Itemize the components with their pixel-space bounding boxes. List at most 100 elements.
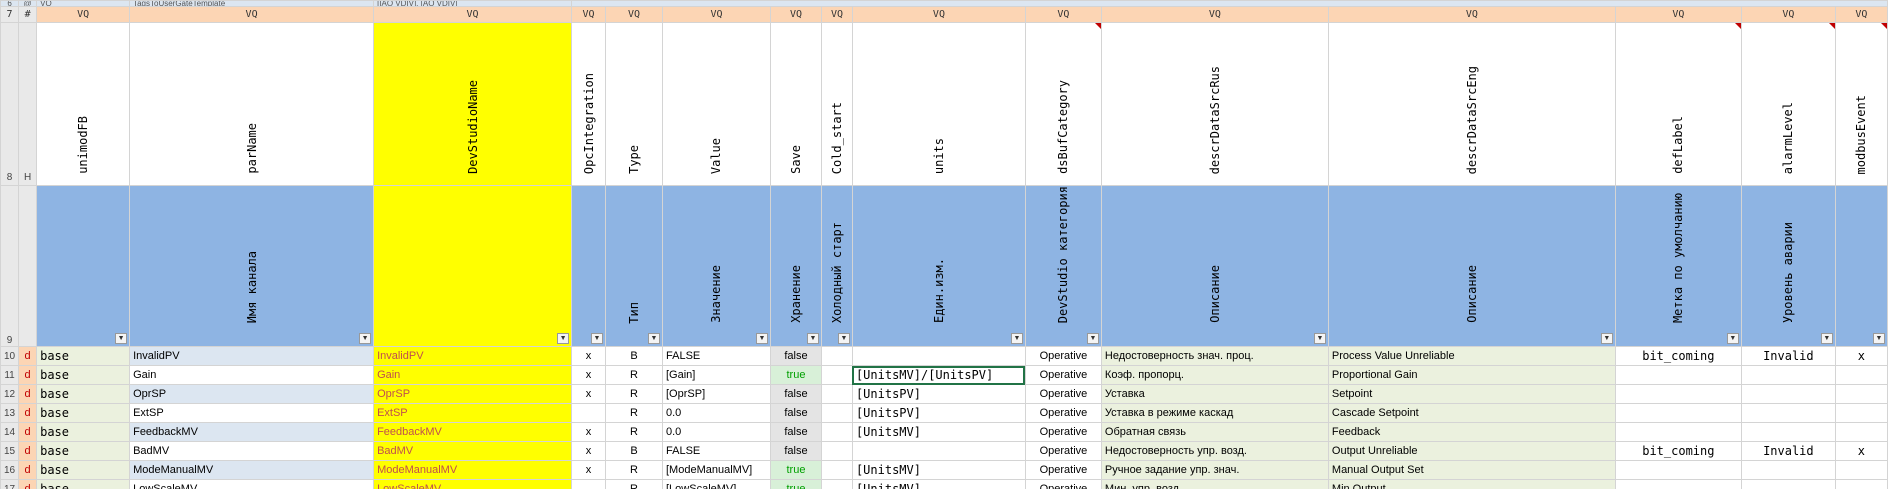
row-header[interactable]: 10 bbox=[0, 346, 20, 367]
tag-cell-1[interactable]: VQ bbox=[129, 6, 375, 23]
cell-units[interactable]: [UnitsMV]/[UnitsPV] bbox=[851, 365, 1026, 386]
filter-dropdown-icon[interactable]: ▼ bbox=[1600, 333, 1613, 345]
cell-descr-rus[interactable]: Обратная связь bbox=[1100, 422, 1329, 443]
cell-descr-eng[interactable]: Process Value Unreliable bbox=[1327, 346, 1616, 367]
cell-save[interactable]: true bbox=[769, 479, 822, 489]
cell-devstudioname[interactable]: ExtSP bbox=[373, 403, 573, 424]
cell-units[interactable]: [UnitsPV] bbox=[851, 384, 1026, 405]
cell-modbusevent[interactable]: x bbox=[1834, 441, 1888, 462]
cell-deflabel[interactable] bbox=[1614, 384, 1742, 405]
label-cell-4[interactable]: Тип ▼ bbox=[605, 184, 663, 348]
header-cell-13[interactable]: alarmLevel bbox=[1740, 22, 1836, 186]
cell-type[interactable]: R bbox=[605, 479, 663, 489]
row-header[interactable]: 17 bbox=[0, 479, 20, 489]
cell-opcintegration[interactable]: x bbox=[571, 346, 607, 367]
row-header[interactable]: 11 bbox=[0, 365, 20, 386]
tag-cell-4[interactable]: VQ bbox=[605, 6, 663, 23]
cell-dsbufcategory[interactable]: Operative bbox=[1024, 403, 1102, 424]
cell-opcintegration[interactable] bbox=[571, 403, 607, 424]
cell-parname[interactable]: LowScaleMV bbox=[129, 479, 375, 489]
row-header-8[interactable]: 8 bbox=[0, 22, 20, 186]
cell-alarmlevel[interactable] bbox=[1740, 403, 1836, 424]
cell-units[interactable]: [UnitsMV] bbox=[851, 460, 1026, 481]
row-header[interactable]: 12 bbox=[0, 384, 20, 405]
cell-value[interactable]: [ModeManualMV] bbox=[662, 460, 771, 481]
cell-opcintegration[interactable]: x bbox=[571, 365, 607, 386]
cell-unimodfb[interactable]: base bbox=[36, 422, 131, 443]
cell-save[interactable]: false bbox=[769, 403, 822, 424]
tag-cell-6[interactable]: VQ bbox=[769, 6, 822, 23]
cell-alarmlevel[interactable] bbox=[1740, 365, 1836, 386]
cell-unimodfb[interactable]: base bbox=[36, 384, 131, 405]
tag-cell-13[interactable]: VQ bbox=[1740, 6, 1836, 23]
cell-alarmlevel[interactable] bbox=[1740, 422, 1836, 443]
cell-value[interactable]: [LowScaleMV] bbox=[662, 479, 771, 489]
cell-dsbufcategory[interactable]: Operative bbox=[1024, 384, 1102, 405]
cell-opcintegration[interactable]: x bbox=[571, 422, 607, 443]
cell-modbusevent[interactable] bbox=[1834, 460, 1888, 481]
label-cell-5[interactable]: Значение ▼ bbox=[662, 184, 771, 348]
label-cell-1[interactable]: Имя канала ▼ bbox=[129, 184, 375, 348]
cell-opcintegration[interactable]: x bbox=[571, 441, 607, 462]
cell-unimodfb[interactable]: base bbox=[36, 403, 131, 424]
cell-save[interactable]: true bbox=[769, 365, 822, 386]
tag-cell-14[interactable]: VQ bbox=[1834, 6, 1888, 23]
row-mark[interactable]: d bbox=[18, 479, 38, 489]
filter-dropdown-icon[interactable]: ▼ bbox=[1313, 333, 1326, 345]
label-cell-8[interactable]: Един.изм. ▼ bbox=[851, 184, 1026, 348]
cell-deflabel[interactable] bbox=[1614, 365, 1742, 386]
label-cell-13[interactable]: Уровень аварии ▼ bbox=[1740, 184, 1836, 348]
cell-modbusevent[interactable] bbox=[1834, 422, 1888, 443]
label-cell-9[interactable]: DevStudio категория ▼ bbox=[1024, 184, 1102, 348]
cell-devstudioname[interactable]: BadMV bbox=[373, 441, 573, 462]
cell-value[interactable]: FALSE bbox=[662, 441, 771, 462]
cell-descr-eng[interactable]: Setpoint bbox=[1327, 384, 1616, 405]
label-cell-0[interactable]: ▼ bbox=[36, 184, 131, 348]
cell-devstudioname[interactable]: ModeManualMV bbox=[373, 460, 573, 481]
header-cell-1[interactable]: parName bbox=[129, 22, 375, 186]
cell-modbusevent[interactable] bbox=[1834, 365, 1888, 386]
cell-alarmlevel[interactable] bbox=[1740, 384, 1836, 405]
cell-cold-start[interactable] bbox=[820, 460, 853, 481]
filter-dropdown-icon[interactable]: ▼ bbox=[648, 333, 660, 345]
cell-type[interactable]: R bbox=[605, 365, 663, 386]
cell-descr-eng[interactable]: Min Output bbox=[1327, 479, 1616, 489]
cell-type[interactable]: R bbox=[605, 403, 663, 424]
row-mark[interactable]: d bbox=[18, 384, 38, 405]
cell-devstudioname[interactable]: OprSP bbox=[373, 384, 573, 405]
cell-save[interactable]: false bbox=[769, 384, 822, 405]
cell-unimodfb[interactable]: base bbox=[36, 460, 131, 481]
tag-cell-5[interactable]: VQ bbox=[662, 6, 771, 23]
cell-save[interactable]: false bbox=[769, 346, 822, 367]
filter-dropdown-icon[interactable]: ▼ bbox=[1086, 333, 1099, 345]
filter-dropdown-icon[interactable]: ▼ bbox=[806, 333, 819, 345]
cell-cold-start[interactable] bbox=[820, 479, 853, 489]
cell-type[interactable]: R bbox=[605, 422, 663, 443]
cell-cold-start[interactable] bbox=[820, 384, 853, 405]
header-cell-4[interactable]: Type bbox=[605, 22, 663, 186]
cell-descr-eng[interactable]: Proportional Gain bbox=[1327, 365, 1616, 386]
row-mark[interactable]: d bbox=[18, 441, 38, 462]
cell-value[interactable]: 0.0 bbox=[662, 422, 771, 443]
spreadsheet-grid[interactable]: 6 @ VQ TagsToUserGateTemplate [IAO VDIV]… bbox=[0, 0, 1888, 489]
cell-units[interactable]: [UnitsMV] bbox=[851, 479, 1026, 489]
cell-modbusevent[interactable] bbox=[1834, 384, 1888, 405]
row-header[interactable]: 16 bbox=[0, 460, 20, 481]
cell-opcintegration[interactable] bbox=[571, 479, 607, 489]
cell-parname[interactable]: Gain bbox=[129, 365, 375, 386]
filter-dropdown-icon[interactable]: ▼ bbox=[359, 333, 372, 345]
cell-opcintegration[interactable]: x bbox=[571, 460, 607, 481]
cell-devstudioname[interactable]: Gain bbox=[373, 365, 573, 386]
cell-cold-start[interactable] bbox=[820, 403, 853, 424]
cell-devstudioname[interactable]: LowScaleMV bbox=[373, 479, 573, 489]
cell-deflabel[interactable] bbox=[1614, 422, 1742, 443]
cell-type[interactable]: B bbox=[605, 441, 663, 462]
cell-units[interactable]: [UnitsPV] bbox=[851, 403, 1026, 424]
filter-dropdown-icon[interactable]: ▼ bbox=[591, 333, 604, 345]
cell-deflabel[interactable] bbox=[1614, 479, 1742, 489]
cell-dsbufcategory[interactable]: Operative bbox=[1024, 479, 1102, 489]
cell-units[interactable] bbox=[851, 346, 1026, 367]
cell-value[interactable]: [OprSP] bbox=[662, 384, 771, 405]
cell-alarmlevel[interactable]: Invalid bbox=[1740, 346, 1836, 367]
cell-alarmlevel[interactable] bbox=[1740, 479, 1836, 489]
